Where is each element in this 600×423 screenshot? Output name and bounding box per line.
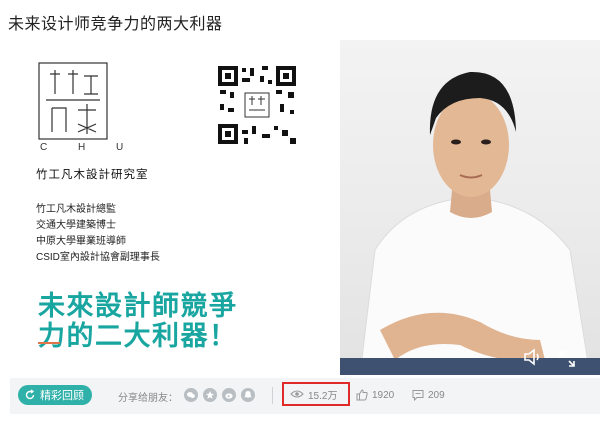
- share-label: 分享给朋友：: [118, 393, 178, 404]
- expand-icon[interactable]: [558, 350, 576, 368]
- studio-name: 竹工凡木設計研究室: [36, 169, 149, 181]
- comment-button[interactable]: 209: [412, 389, 445, 401]
- comment-icon: [412, 390, 424, 401]
- comment-count: 209: [428, 389, 445, 401]
- replay-label: 精彩回顾: [40, 390, 84, 402]
- bar-divider: [272, 387, 273, 404]
- wechat-icon[interactable]: [184, 388, 198, 402]
- credential-line: 竹工凡木設計總監: [36, 204, 116, 215]
- replay-icon: [25, 389, 35, 400]
- credential-line: 中原大學畢業班導師: [36, 236, 126, 247]
- weibo-icon[interactable]: [222, 388, 236, 402]
- video-frame-slide: C H U 竹工凡木設計研究室 竹工凡木設計總監 交通大學建築博士 中原大學畢業…: [10, 40, 600, 375]
- like-count: 1920: [372, 389, 395, 401]
- credential-line: CSID室內設計協會副理事長: [36, 252, 160, 263]
- qr-code: [216, 64, 298, 146]
- speaker-icon[interactable]: [522, 346, 544, 368]
- logo-caption: C H U: [40, 142, 138, 153]
- qzone-icon[interactable]: [203, 388, 217, 402]
- page-title: 未来设计师竞争力的两大利器: [8, 16, 223, 33]
- speaker-photo: [340, 40, 600, 375]
- headline-underline: [38, 342, 60, 344]
- replay-button[interactable]: 精彩回顾: [18, 385, 92, 405]
- thumbs-up-icon: [356, 389, 368, 401]
- eye-icon: [290, 390, 304, 398]
- headline-line2: 力的二大利器！: [38, 321, 238, 351]
- video-player[interactable]: C H U 竹工凡木設計研究室 竹工凡木設計總監 交通大學建築博士 中原大學畢業…: [10, 40, 600, 375]
- like-button[interactable]: 1920: [356, 389, 394, 401]
- video-action-bar: 精彩回顾 分享给朋友： 15.2万 1920 209: [10, 378, 600, 414]
- view-count: 15.2万: [282, 382, 350, 406]
- credential-line: 交通大學建築博士: [36, 220, 116, 231]
- chu-logo: [38, 62, 108, 140]
- view-count-value: 15.2万: [308, 390, 338, 402]
- qq-icon[interactable]: [241, 388, 255, 402]
